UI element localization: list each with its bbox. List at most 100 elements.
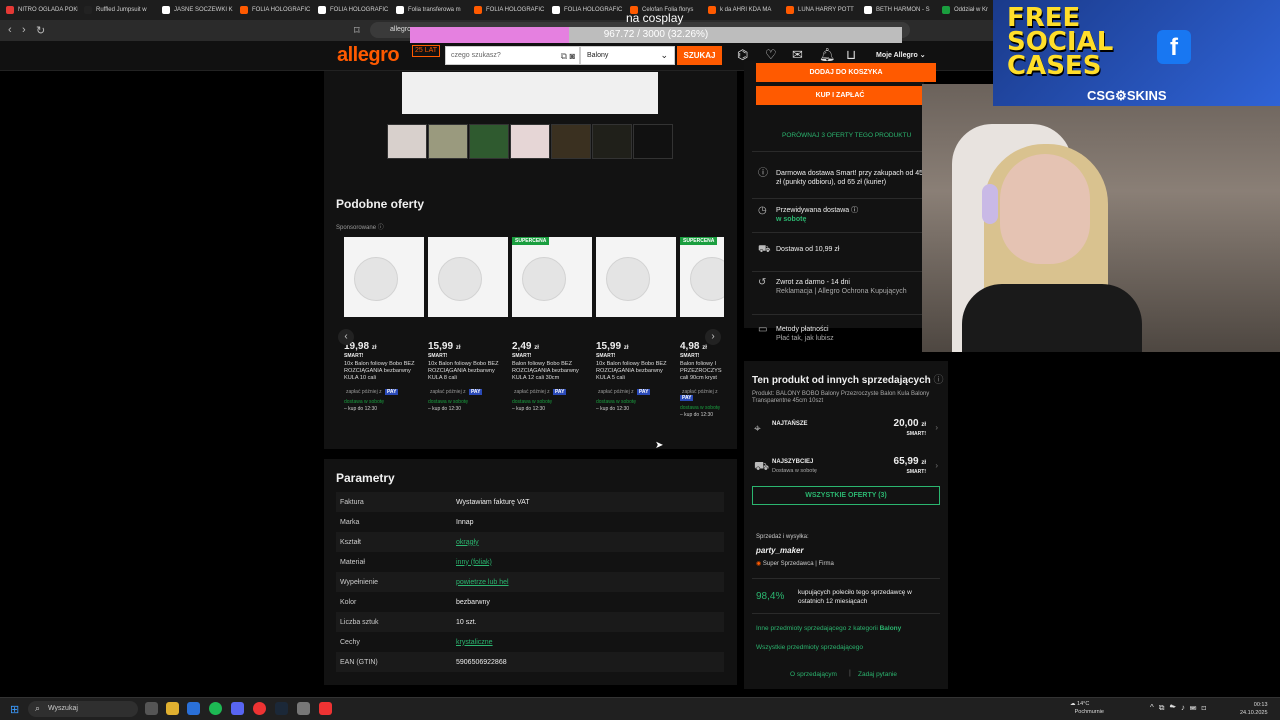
browser-tab[interactable]: FOLIA HOLOGRAFIC [312,0,390,20]
buy-deadline: – kup do 12:30 [680,412,714,418]
task-view-icon[interactable] [145,702,158,715]
carousel-next-arrow[interactable]: › [705,329,721,345]
browser-tab[interactable]: Ruffled Jumpsuit w [78,0,156,20]
search-button[interactable]: SZUKAJ [677,46,722,65]
balloon-image [438,257,482,301]
parameter-value[interactable]: inny (foliak) [456,559,492,566]
category-select[interactable]: Balony ⌄ [580,46,675,65]
carousel-prev-arrow[interactable]: ‹ [338,329,354,345]
discord-icon[interactable] [231,702,244,715]
gallery-thumbnail[interactable] [469,124,509,159]
info-icon[interactable]: ⓘ [934,375,944,386]
about-seller-link[interactable]: O sprzedającym [790,671,837,678]
offer-label: NAJTAŃSZE [772,421,808,427]
delivery-date: dostawa w sobotę [512,399,553,405]
product-card[interactable]: 19,98 zł SMART! 10x Balon foliowy Bobo BEZ… [344,237,424,412]
browser-tab[interactable]: Folia transferowa m [390,0,468,20]
other-offer-row[interactable]: ⌖ NAJTAŃSZE 20,00 zł SMART! › [752,415,940,445]
product-card[interactable]: 15,99 zł SMART! 10x Balon foliowy Bobo BEZ… [596,237,676,412]
product-title[interactable]: 10x Balon foliowy Bobo BEZ ROZCIĄGANIA b… [428,361,508,383]
other-offer-row[interactable]: ⛟ NAJSZYBCIEJ Dostawa w sobotę 65,99 zł SMAR… [752,453,940,483]
taskbar-clock[interactable]: 00:13 24.10.2025 [1240,701,1268,717]
product-image[interactable] [344,237,424,317]
pay-badge: PAY [552,389,567,395]
forward-icon[interactable]: › [22,24,26,36]
buy-now-button[interactable]: KUP I ZAPŁAĆ [756,86,924,105]
taskbar-search[interactable]: ⌕ Wyszukaj [28,701,138,717]
allegro-logo[interactable]: allegro [337,44,400,67]
pay-badge: PAY [468,389,483,395]
browser-tab[interactable]: BETH HARMON - S [858,0,936,20]
explorer-icon[interactable] [166,702,179,715]
tab-favicon-icon [240,6,248,14]
product-price: 15,99 zł [596,341,676,352]
browser-tab[interactable]: LUNA HARRY POTT [780,0,858,20]
all-seller-items-link[interactable]: Wszystkie przedmioty sprzedającego [756,644,863,651]
product-image[interactable]: SUPERCENA [680,237,724,317]
gallery-thumbnail[interactable] [387,124,427,159]
bookmark-icon[interactable]: ⌑ [354,24,360,37]
product-card[interactable]: SUPERCENA 2,49 zł SMART! Balon foliowy Bobo… [512,237,592,412]
product-card[interactable]: SUPERCENA 4,98 zł SMART! Balon foliowy I PR… [680,237,724,418]
my-allegro-menu[interactable]: Moje Allegro ⌄ [876,51,926,59]
back-icon[interactable]: ‹ [8,24,12,36]
search-input[interactable]: czego szukasz? ⧉ ◙ [445,46,580,65]
product-title[interactable]: 10x Balon foliowy Bobo BEZ ROZCIĄGANIA b… [596,361,676,383]
delivery-date: dostawa w sobotę [680,405,721,411]
parameter-value[interactable]: okrągły [456,539,479,546]
steam-icon[interactable] [275,702,288,715]
ask-question-link[interactable]: Zadaj pytanie [858,671,897,678]
product-image[interactable] [596,237,676,317]
gallery-thumbnail[interactable] [633,124,673,159]
gallery-thumbnail[interactable] [510,124,550,159]
system-tray[interactable]: ^⧉☁♪⌨⊡ [1150,703,1211,713]
main-product-image[interactable] [402,72,658,114]
weather-widget[interactable]: ☁ 14°C Pochmurnie [1070,700,1104,716]
product-title[interactable]: 10x Balon foliowy Bobo BEZ ROZCIĄGANIA b… [344,361,424,383]
super-seller-icon: ◉ [756,561,762,567]
price-value: 15,99 [596,341,622,352]
browser-tab[interactable]: k da AHRI KDA MA [702,0,780,20]
browser-tab[interactable]: NITRO OGLADA POKE [0,0,78,20]
smart-badge: SMART! [906,431,926,437]
obs-icon[interactable] [297,702,310,715]
add-to-cart-button[interactable]: DODAJ DO KOSZYKA [756,63,936,82]
browser-tab[interactable]: FOLIA HOLOGRAFIC [468,0,546,20]
other-sellers-title-text: Ten produkt od innych sprzedających [752,375,931,386]
product-title[interactable]: Balon foliowy I PRZEZROCZYS cali 90cm kr… [680,361,724,383]
tab-favicon-icon [552,6,560,14]
parameter-value[interactable]: krystaliczne [456,639,493,646]
scan-icon[interactable]: ⧉ [561,51,567,61]
spotify-icon[interactable] [209,702,222,715]
browser-icon[interactable] [319,702,332,715]
store-icon[interactable] [187,702,200,715]
link-separator: | [849,670,851,677]
product-card[interactable]: 15,99 zł SMART! 10x Balon foliowy Bobo BEZ… [428,237,508,412]
all-offers-button[interactable]: WSZYSTKIE OFERTY (3) [752,486,940,505]
tab-favicon-icon [786,6,794,14]
more-in-category-link[interactable]: Inne przedmioty sprzedającego z kategori… [756,625,901,632]
windows-start-icon[interactable]: ⊞ [10,703,19,716]
tab-favicon-icon [162,6,170,14]
parameter-value: Wystawiam fakturę VAT [456,498,530,506]
browser-tab[interactable]: JASNE SOCZEWKI K [156,0,234,20]
compare-offers-link[interactable]: PORÓWNAJ 3 OFERTY TEGO PRODUKTU [782,132,911,139]
gallery-thumbnail[interactable] [592,124,632,159]
pay-later-text: zapłać później z [514,389,550,395]
gallery-thumbnail[interactable] [551,124,591,159]
browser-tab[interactable]: FOLIA HOLOGRAFIC [234,0,312,20]
clock-icon: ◷ [758,205,767,216]
camera-icon[interactable]: ◙ [570,51,575,61]
parameter-name: Faktura [340,498,364,506]
mouse-cursor-icon: ➤ [655,440,664,451]
opera-icon[interactable] [253,702,266,715]
product-title[interactable]: Balon foliowy Bobo BEZ ROZCIĄGANIA bezba… [512,361,592,383]
parameter-value[interactable]: powietrze lub hel [456,579,509,586]
browser-tab[interactable]: FOLIA HOLOGRAFIC [546,0,624,20]
gallery-thumbnail[interactable] [428,124,468,159]
info-main: Metody płatności [776,326,829,333]
product-image[interactable] [428,237,508,317]
reload-icon[interactable]: ↻ [36,24,45,37]
product-image[interactable]: SUPERCENA [512,237,592,317]
seller-name[interactable]: party_maker [756,546,804,555]
